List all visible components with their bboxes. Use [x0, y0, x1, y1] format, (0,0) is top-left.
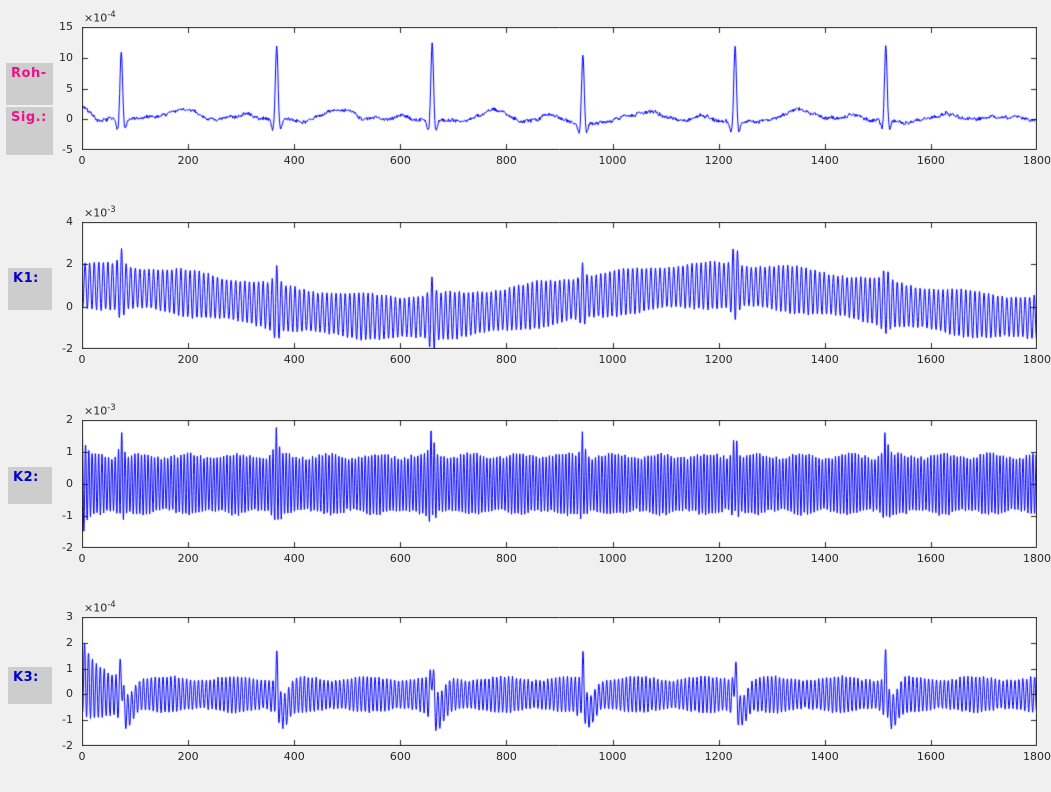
y-tick-label: 2 — [23, 257, 73, 270]
x-tick-label: 800 — [484, 750, 528, 763]
x-tick-label: 1200 — [697, 154, 741, 167]
x-tick-label: 200 — [166, 552, 210, 565]
y-tick-label: 1 — [23, 662, 73, 675]
y-tick-label: 1 — [23, 445, 73, 458]
plot-canvas-k2 — [82, 420, 1037, 548]
x-tick-label: 200 — [166, 750, 210, 763]
y-tick-label: -2 — [23, 541, 73, 554]
x-tick-label: 800 — [484, 154, 528, 167]
x-tick-label: 400 — [272, 154, 316, 167]
x-tick-label: 1000 — [591, 552, 635, 565]
x-tick-label: 1400 — [803, 552, 847, 565]
y-tick-label: 0 — [23, 112, 73, 125]
y-axis-exponent-roh_signal: ×10-4 — [84, 10, 116, 25]
x-tick-label: 1000 — [591, 750, 635, 763]
x-tick-label: 1400 — [803, 154, 847, 167]
charts-area: ×10-4020040060080010001200140016001800-5… — [0, 0, 1051, 792]
x-tick-label: 600 — [378, 552, 422, 565]
x-tick-label: 400 — [272, 552, 316, 565]
y-tick-label: -2 — [23, 342, 73, 355]
y-tick-label: -2 — [23, 739, 73, 752]
x-tick-label: 600 — [378, 750, 422, 763]
y-tick-label: 0 — [23, 687, 73, 700]
x-tick-label: 1600 — [909, 154, 953, 167]
x-tick-label: 1000 — [591, 353, 635, 366]
x-tick-label: 1800 — [1015, 154, 1051, 167]
x-tick-label: 800 — [484, 353, 528, 366]
x-tick-label: 1600 — [909, 353, 953, 366]
x-tick-label: 1600 — [909, 750, 953, 763]
y-axis-exponent-k1: ×10-3 — [84, 205, 116, 220]
x-tick-label: 1000 — [591, 154, 635, 167]
y-tick-label: -1 — [23, 713, 73, 726]
y-tick-label: 2 — [23, 636, 73, 649]
y-tick-label: 3 — [23, 610, 73, 623]
y-tick-label: -1 — [23, 509, 73, 522]
x-tick-label: 600 — [378, 353, 422, 366]
x-tick-label: 200 — [166, 353, 210, 366]
y-tick-label: 5 — [23, 82, 73, 95]
x-tick-label: 600 — [378, 154, 422, 167]
x-tick-label: 400 — [272, 353, 316, 366]
y-tick-label: -5 — [23, 143, 73, 156]
x-tick-label: 200 — [166, 154, 210, 167]
y-tick-label: 4 — [23, 215, 73, 228]
x-tick-label: 1800 — [1015, 353, 1051, 366]
x-tick-label: 800 — [484, 552, 528, 565]
y-tick-label: 0 — [23, 300, 73, 313]
x-tick-label: 400 — [272, 750, 316, 763]
y-axis-exponent-k2: ×10-3 — [84, 403, 116, 418]
x-tick-label: 1200 — [697, 353, 741, 366]
y-tick-label: 15 — [23, 20, 73, 33]
x-tick-label: 1200 — [697, 552, 741, 565]
y-axis-exponent-k3: ×10-4 — [84, 600, 116, 615]
x-tick-label: 1200 — [697, 750, 741, 763]
plot-canvas-roh_signal — [82, 27, 1037, 150]
plot-canvas-k3 — [82, 617, 1037, 746]
y-tick-label: 10 — [23, 51, 73, 64]
x-tick-label: 1400 — [803, 353, 847, 366]
x-tick-label: 1800 — [1015, 750, 1051, 763]
figure-background: Roh- Sig.: K1: K2: K3: ×10-4020040060080… — [0, 0, 1051, 792]
plot-canvas-k1 — [82, 222, 1037, 349]
x-tick-label: 1600 — [909, 552, 953, 565]
y-tick-label: 2 — [23, 413, 73, 426]
y-tick-label: 0 — [23, 477, 73, 490]
x-tick-label: 1800 — [1015, 552, 1051, 565]
x-tick-label: 1400 — [803, 750, 847, 763]
